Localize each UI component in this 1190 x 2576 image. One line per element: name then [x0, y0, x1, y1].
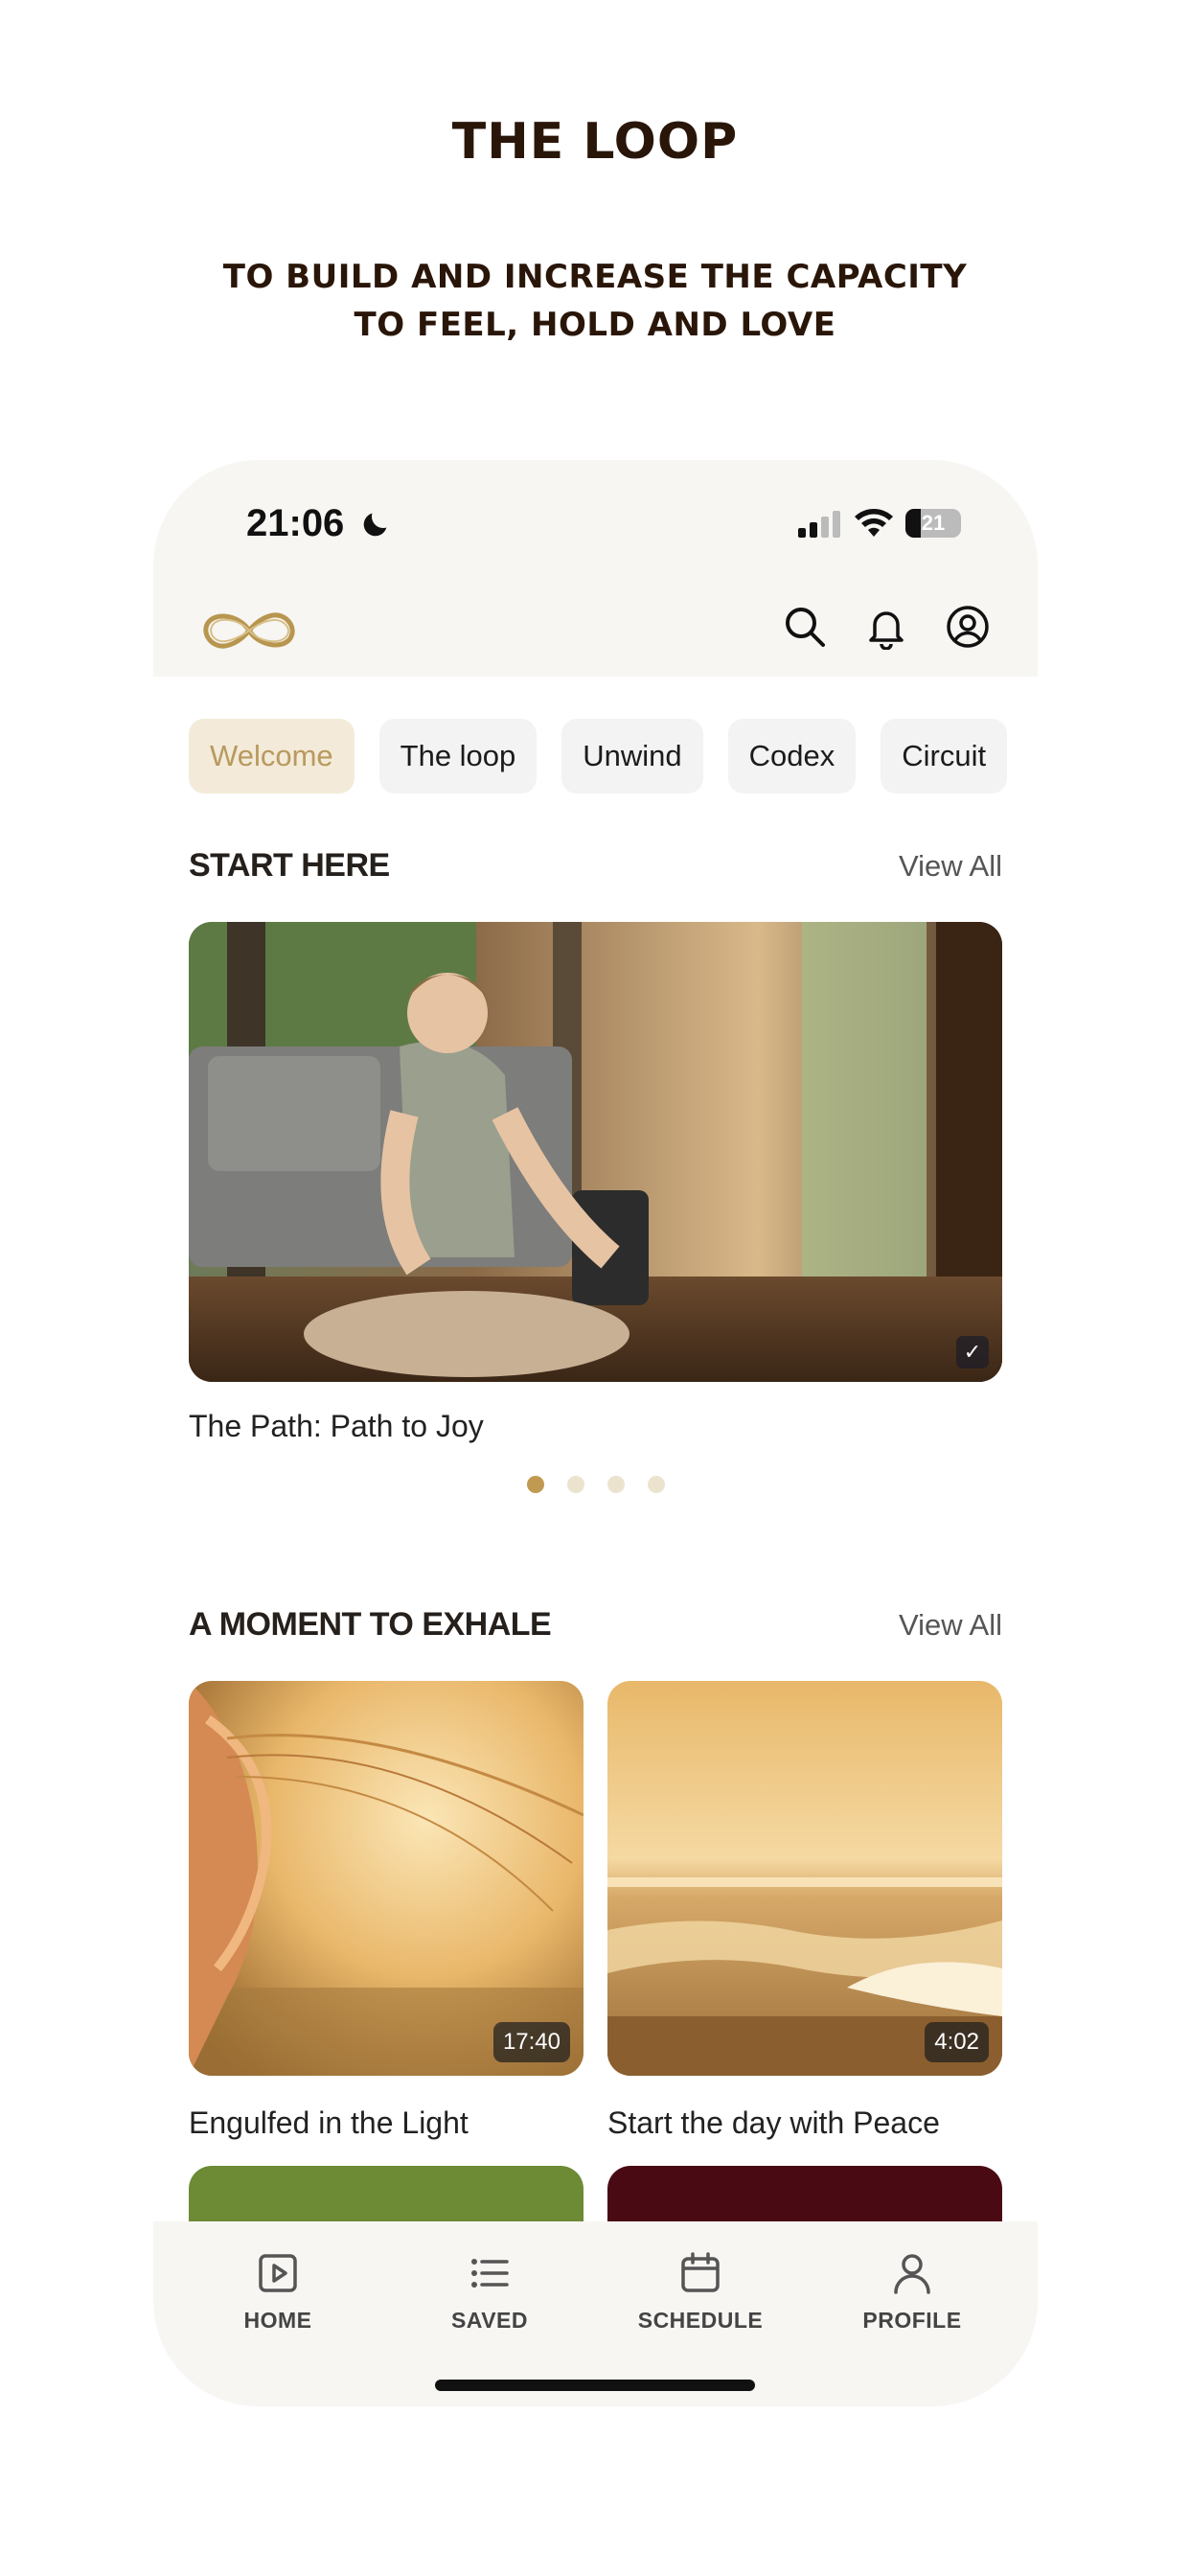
check-icon: ✓: [956, 1336, 989, 1368]
hero-image[interactable]: ✓: [189, 922, 1002, 1382]
infinity-logo[interactable]: [196, 602, 302, 659]
search-icon[interactable]: [782, 604, 828, 650]
category-chips: Welcome The loop Unwind Codex Circuit: [189, 719, 1038, 795]
subtitle-line-1: TO BUILD AND INCREASE THE CAPACITY: [222, 258, 968, 296]
tab-profile[interactable]: PROFILE: [816, 2250, 1008, 2334]
light-photo: [189, 1681, 584, 2076]
tab-label: SCHEDULE: [637, 2308, 764, 2333]
carousel-dot[interactable]: [566, 1476, 584, 1493]
tab-label: PROFILE: [862, 2308, 962, 2333]
tab-label: HOME: [243, 2308, 312, 2333]
signal-icon: [798, 511, 840, 538]
wifi-icon: [855, 509, 893, 537]
carousel-dot[interactable]: [526, 1476, 544, 1493]
chip-unwind[interactable]: Unwind: [561, 719, 703, 794]
carousel-dots: [153, 1476, 1038, 1493]
bell-icon[interactable]: [863, 604, 909, 650]
carousel-dot[interactable]: [606, 1476, 625, 1493]
subtitle-line-2: TO FEEL, HOLD AND LOVE: [354, 306, 836, 344]
home-indicator[interactable]: [435, 2380, 755, 2391]
person-icon: [894, 2254, 930, 2294]
phone-frame: 21:06 21 Welcome The loop Unwind Codex C…: [153, 460, 1038, 2406]
list-icon: [471, 2259, 509, 2288]
page-subtitle: TO BUILD AND INCREASE THE CAPACITY TO FE…: [164, 253, 1026, 349]
view-all-exhale[interactable]: View All: [899, 1608, 1002, 1643]
tab-saved[interactable]: SAVED: [394, 2250, 585, 2334]
video-card[interactable]: 17:40: [189, 1681, 584, 2076]
chip-welcome[interactable]: Welcome: [189, 719, 355, 794]
moon-icon: [363, 513, 387, 537]
battery-icon: 21: [905, 509, 961, 538]
card-title: Start the day with Peace: [607, 2105, 940, 2140]
meditation-photo: [189, 922, 1002, 1382]
view-all-start-here[interactable]: View All: [899, 849, 1002, 884]
chip-the-loop[interactable]: The loop: [378, 719, 538, 794]
battery-level: 21: [921, 511, 946, 535]
section-title-exhale: A MOMENT TO EXHALE: [189, 1606, 552, 1643]
tab-schedule[interactable]: SCHEDULE: [605, 2250, 796, 2334]
card-title: Engulfed in the Light: [189, 2105, 469, 2140]
page-title: THE LOOP: [451, 113, 739, 171]
section-title-start-here: START HERE: [189, 847, 390, 884]
tab-label: SAVED: [450, 2308, 529, 2333]
calendar-icon: [681, 2252, 720, 2292]
hero-caption: The Path: Path to Joy: [189, 1409, 484, 1443]
carousel-dot[interactable]: [647, 1476, 665, 1493]
duration-badge: 4:02: [925, 2022, 989, 2062]
tab-home[interactable]: HOME: [182, 2250, 374, 2334]
play-square-icon: [259, 2254, 297, 2292]
chip-codex[interactable]: Codex: [727, 719, 857, 794]
status-time: 21:06: [246, 502, 345, 544]
duration-badge: 17:40: [492, 2022, 570, 2062]
chip-circuit[interactable]: Circuit: [881, 719, 1008, 794]
status-icons: 21: [798, 508, 961, 539]
video-card[interactable]: 4:02: [607, 1681, 1002, 2076]
profile-icon[interactable]: [945, 604, 991, 650]
beach-photo: [607, 1681, 1002, 2076]
top-bar: 21:06 21: [153, 460, 1038, 677]
